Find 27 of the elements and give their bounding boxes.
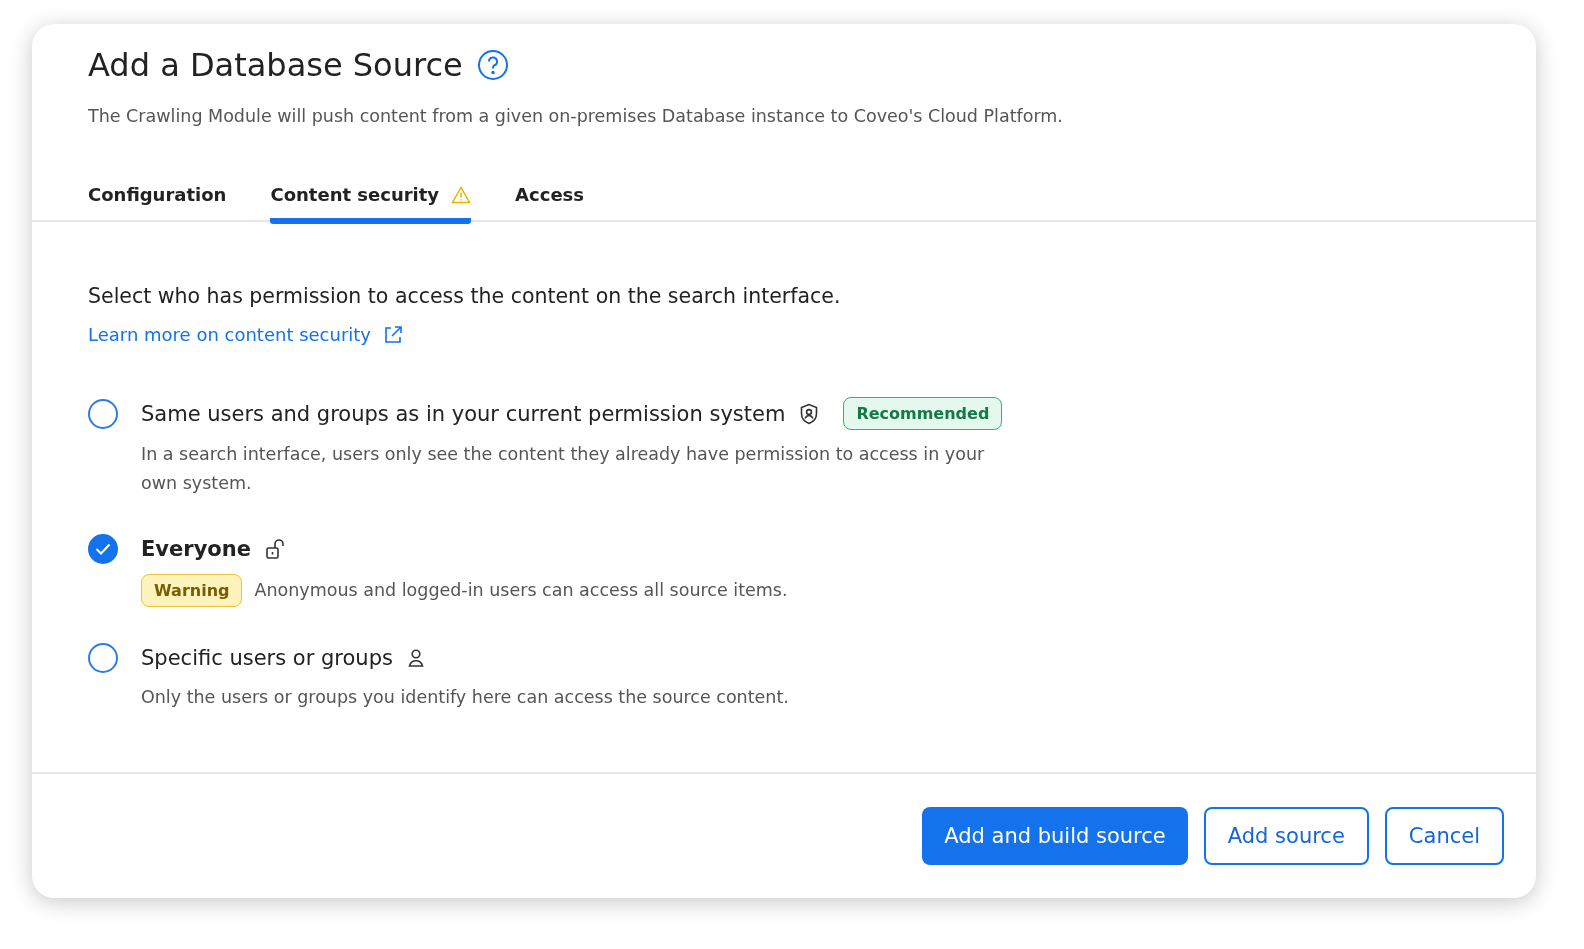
dialog-title: Add a Database Source [88,46,463,84]
help-icon[interactable] [476,49,509,81]
option-label: Same users and groups as in your current permission system [141,401,786,426]
option-label: Specific users or groups [141,646,393,670]
radio-button[interactable] [88,534,118,564]
radio-button[interactable] [88,398,118,429]
instruction-text: Select who has permission to access the content on the search interface. [88,284,842,308]
tab[interactable]: Configuration [88,184,227,224]
option-description: In a search interface, users only see the content they already have permission to access in your own system. [141,443,986,495]
tab[interactable]: Content security [270,184,472,224]
warning-badge: Warning [141,574,243,607]
tab[interactable]: Access [515,184,584,224]
option-label: Everyone [141,537,251,561]
radio-button[interactable] [88,643,118,673]
secondary-button[interactable]: Cancel [1384,807,1504,865]
checkmark-icon [95,543,111,555]
learn-more-link[interactable]: Learn more on content security [88,324,404,345]
secondary-button[interactable]: Add source [1203,807,1369,865]
external-link-icon [383,324,404,345]
shield-icon [799,402,820,425]
dialog-description: The Crawling Module will push content from a given on-premises Database instance to Coveo's Cloud Platform. [88,106,1064,126]
primary-button[interactable]: Add and build source [922,807,1188,865]
unlocked-padlock-icon [264,538,287,560]
recommended-badge: Recommended [843,397,1003,430]
person-icon [406,648,425,668]
option-description: Only the users or groups you identify here can access the source content. [141,686,790,709]
option-description: Anonymous and logged-in users can access all source items. [254,579,788,602]
